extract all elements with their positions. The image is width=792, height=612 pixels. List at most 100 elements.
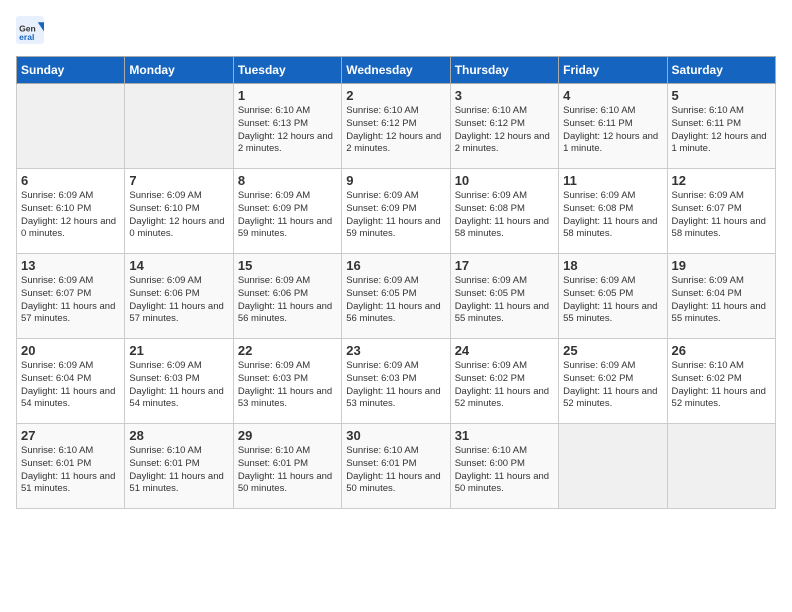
- logo-icon: Gen eral: [16, 16, 44, 44]
- day-number: 7: [129, 173, 228, 188]
- cell-text: Sunrise: 6:10 AMSunset: 6:11 PMDaylight:…: [672, 105, 771, 156]
- day-number: 1: [238, 88, 337, 103]
- calendar-cell: 10 Sunrise: 6:09 AMSunset: 6:08 PMDayligh…: [450, 169, 558, 254]
- cell-text: Sunrise: 6:09 AMSunset: 6:05 PMDaylight:…: [455, 275, 554, 326]
- week-row-1: 1 Sunrise: 6:10 AMSunset: 6:13 PMDaylight…: [17, 84, 776, 169]
- week-row-2: 6 Sunrise: 6:09 AMSunset: 6:10 PMDaylight…: [17, 169, 776, 254]
- calendar-cell: 2 Sunrise: 6:10 AMSunset: 6:12 PMDaylight…: [342, 84, 450, 169]
- day-number: 8: [238, 173, 337, 188]
- cell-text: Sunrise: 6:10 AMSunset: 6:00 PMDaylight:…: [455, 445, 554, 496]
- day-number: 31: [455, 428, 554, 443]
- day-number: 10: [455, 173, 554, 188]
- week-row-5: 27 Sunrise: 6:10 AMSunset: 6:01 PMDayligh…: [17, 424, 776, 509]
- calendar-cell: 30 Sunrise: 6:10 AMSunset: 6:01 PMDayligh…: [342, 424, 450, 509]
- calendar-cell: 22 Sunrise: 6:09 AMSunset: 6:03 PMDayligh…: [233, 339, 341, 424]
- calendar-cell: 3 Sunrise: 6:10 AMSunset: 6:12 PMDaylight…: [450, 84, 558, 169]
- calendar-cell: 18 Sunrise: 6:09 AMSunset: 6:05 PMDayligh…: [559, 254, 667, 339]
- header: Gen eral: [16, 16, 776, 44]
- calendar-cell: 23 Sunrise: 6:09 AMSunset: 6:03 PMDayligh…: [342, 339, 450, 424]
- calendar-cell: 1 Sunrise: 6:10 AMSunset: 6:13 PMDaylight…: [233, 84, 341, 169]
- calendar-cell: 21 Sunrise: 6:09 AMSunset: 6:03 PMDayligh…: [125, 339, 233, 424]
- day-number: 6: [21, 173, 120, 188]
- day-number: 28: [129, 428, 228, 443]
- cell-text: Sunrise: 6:09 AMSunset: 6:08 PMDaylight:…: [455, 190, 554, 241]
- weekday-sunday: Sunday: [17, 57, 125, 84]
- calendar-cell: 25 Sunrise: 6:09 AMSunset: 6:02 PMDayligh…: [559, 339, 667, 424]
- cell-text: Sunrise: 6:09 AMSunset: 6:07 PMDaylight:…: [672, 190, 771, 241]
- calendar-table: SundayMondayTuesdayWednesdayThursdayFrid…: [16, 56, 776, 509]
- day-number: 30: [346, 428, 445, 443]
- cell-text: Sunrise: 6:09 AMSunset: 6:04 PMDaylight:…: [21, 360, 120, 411]
- calendar-cell: 8 Sunrise: 6:09 AMSunset: 6:09 PMDaylight…: [233, 169, 341, 254]
- calendar-cell: 24 Sunrise: 6:09 AMSunset: 6:02 PMDayligh…: [450, 339, 558, 424]
- calendar-cell: [17, 84, 125, 169]
- cell-text: Sunrise: 6:09 AMSunset: 6:09 PMDaylight:…: [346, 190, 445, 241]
- day-number: 29: [238, 428, 337, 443]
- day-number: 17: [455, 258, 554, 273]
- day-number: 2: [346, 88, 445, 103]
- calendar-cell: 28Sunrise: 6:10 AMSunset: 6:01 PMDayligh…: [125, 424, 233, 509]
- day-number: 19: [672, 258, 771, 273]
- cell-text: Sunrise: 6:09 AMSunset: 6:06 PMDaylight:…: [238, 275, 337, 326]
- weekday-friday: Friday: [559, 57, 667, 84]
- weekday-monday: Monday: [125, 57, 233, 84]
- cell-text: Sunrise: 6:09 AMSunset: 6:05 PMDaylight:…: [563, 275, 662, 326]
- day-number: 22: [238, 343, 337, 358]
- cell-text: Sunrise: 6:09 AMSunset: 6:06 PMDaylight:…: [129, 275, 228, 326]
- calendar-cell: 7 Sunrise: 6:09 AMSunset: 6:10 PMDaylight…: [125, 169, 233, 254]
- day-number: 27: [21, 428, 120, 443]
- cell-text: Sunrise: 6:10 AMSunset: 6:01 PMDaylight:…: [21, 445, 120, 496]
- cell-text: Sunrise: 6:09 AMSunset: 6:09 PMDaylight:…: [238, 190, 337, 241]
- calendar-cell: 17 Sunrise: 6:09 AMSunset: 6:05 PMDayligh…: [450, 254, 558, 339]
- calendar-cell: 27 Sunrise: 6:10 AMSunset: 6:01 PMDayligh…: [17, 424, 125, 509]
- calendar-cell: 15Sunrise: 6:09 AMSunset: 6:06 PMDayligh…: [233, 254, 341, 339]
- calendar-cell: 20Sunrise: 6:09 AMSunset: 6:04 PMDayligh…: [17, 339, 125, 424]
- cell-text: Sunrise: 6:10 AMSunset: 6:12 PMDaylight:…: [346, 105, 445, 156]
- calendar-cell: 16 Sunrise: 6:09 AMSunset: 6:05 PMDayligh…: [342, 254, 450, 339]
- calendar-cell: 12 Sunrise: 6:09 AMSunset: 6:07 PMDayligh…: [667, 169, 775, 254]
- weekday-saturday: Saturday: [667, 57, 775, 84]
- day-number: 16: [346, 258, 445, 273]
- day-number: 25: [563, 343, 662, 358]
- calendar-cell: 19 Sunrise: 6:09 AMSunset: 6:04 PMDayligh…: [667, 254, 775, 339]
- cell-text: Sunrise: 6:10 AMSunset: 6:01 PMDaylight:…: [238, 445, 337, 496]
- cell-text: Sunrise: 6:10 AMSunset: 6:12 PMDaylight:…: [455, 105, 554, 156]
- calendar-cell: 13Sunrise: 6:09 AMSunset: 6:07 PMDayligh…: [17, 254, 125, 339]
- cell-text: Sunrise: 6:10 AMSunset: 6:02 PMDaylight:…: [672, 360, 771, 411]
- cell-text: Sunrise: 6:09 AMSunset: 6:10 PMDaylight:…: [129, 190, 228, 241]
- logo: Gen eral: [16, 16, 48, 44]
- cell-text: Sunrise: 6:09 AMSunset: 6:10 PMDaylight:…: [21, 190, 120, 241]
- day-number: 23: [346, 343, 445, 358]
- cell-text: Sunrise: 6:09 AMSunset: 6:03 PMDaylight:…: [238, 360, 337, 411]
- cell-text: Sunrise: 6:09 AMSunset: 6:03 PMDaylight:…: [346, 360, 445, 411]
- calendar-cell: 29 Sunrise: 6:10 AMSunset: 6:01 PMDayligh…: [233, 424, 341, 509]
- calendar-cell: 14 Sunrise: 6:09 AMSunset: 6:06 PMDayligh…: [125, 254, 233, 339]
- cell-text: Sunrise: 6:09 AMSunset: 6:02 PMDaylight:…: [455, 360, 554, 411]
- cell-text: Sunrise: 6:09 AMSunset: 6:08 PMDaylight:…: [563, 190, 662, 241]
- cell-text: Sunrise: 6:10 AMSunset: 6:01 PMDaylight:…: [346, 445, 445, 496]
- day-number: 12: [672, 173, 771, 188]
- weekday-header-row: SundayMondayTuesdayWednesdayThursdayFrid…: [17, 57, 776, 84]
- cell-text: Sunrise: 6:10 AMSunset: 6:11 PMDaylight:…: [563, 105, 662, 156]
- cell-text: Sunrise: 6:09 AMSunset: 6:05 PMDaylight:…: [346, 275, 445, 326]
- week-row-4: 20Sunrise: 6:09 AMSunset: 6:04 PMDayligh…: [17, 339, 776, 424]
- day-number: 4: [563, 88, 662, 103]
- day-number: 13: [21, 258, 120, 273]
- cell-text: Sunrise: 6:10 AMSunset: 6:13 PMDaylight:…: [238, 105, 337, 156]
- calendar-cell: 26Sunrise: 6:10 AMSunset: 6:02 PMDayligh…: [667, 339, 775, 424]
- day-number: 9: [346, 173, 445, 188]
- day-number: 24: [455, 343, 554, 358]
- calendar-cell: 9 Sunrise: 6:09 AMSunset: 6:09 PMDaylight…: [342, 169, 450, 254]
- cell-text: Sunrise: 6:09 AMSunset: 6:03 PMDaylight:…: [129, 360, 228, 411]
- day-number: 21: [129, 343, 228, 358]
- day-number: 11: [563, 173, 662, 188]
- weekday-thursday: Thursday: [450, 57, 558, 84]
- day-number: 14: [129, 258, 228, 273]
- cell-text: Sunrise: 6:09 AMSunset: 6:04 PMDaylight:…: [672, 275, 771, 326]
- cell-text: Sunrise: 6:09 AMSunset: 6:02 PMDaylight:…: [563, 360, 662, 411]
- calendar-body: 1 Sunrise: 6:10 AMSunset: 6:13 PMDaylight…: [17, 84, 776, 509]
- svg-text:eral: eral: [19, 32, 34, 42]
- day-number: 18: [563, 258, 662, 273]
- weekday-tuesday: Tuesday: [233, 57, 341, 84]
- day-number: 3: [455, 88, 554, 103]
